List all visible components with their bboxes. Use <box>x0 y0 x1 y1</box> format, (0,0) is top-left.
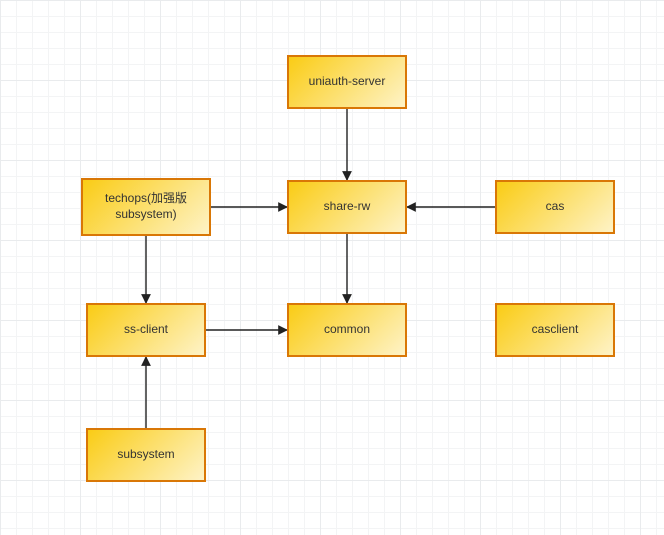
node-uniauth-server[interactable]: uniauth-server <box>287 55 407 109</box>
node-casclient[interactable]: casclient <box>495 303 615 357</box>
node-label: casclient <box>532 322 579 338</box>
node-label: share-rw <box>324 199 371 215</box>
node-subsystem[interactable]: subsystem <box>86 428 206 482</box>
node-label: ss-client <box>124 322 168 338</box>
node-label: techops(加强版subsystem) <box>105 191 187 222</box>
node-common[interactable]: common <box>287 303 407 357</box>
node-cas[interactable]: cas <box>495 180 615 234</box>
node-label: cas <box>546 199 565 215</box>
node-label: uniauth-server <box>309 74 386 90</box>
node-share-rw[interactable]: share-rw <box>287 180 407 234</box>
node-label: common <box>324 322 370 338</box>
node-ss-client[interactable]: ss-client <box>86 303 206 357</box>
node-label: subsystem <box>117 447 174 463</box>
node-techops[interactable]: techops(加强版subsystem) <box>81 178 211 236</box>
